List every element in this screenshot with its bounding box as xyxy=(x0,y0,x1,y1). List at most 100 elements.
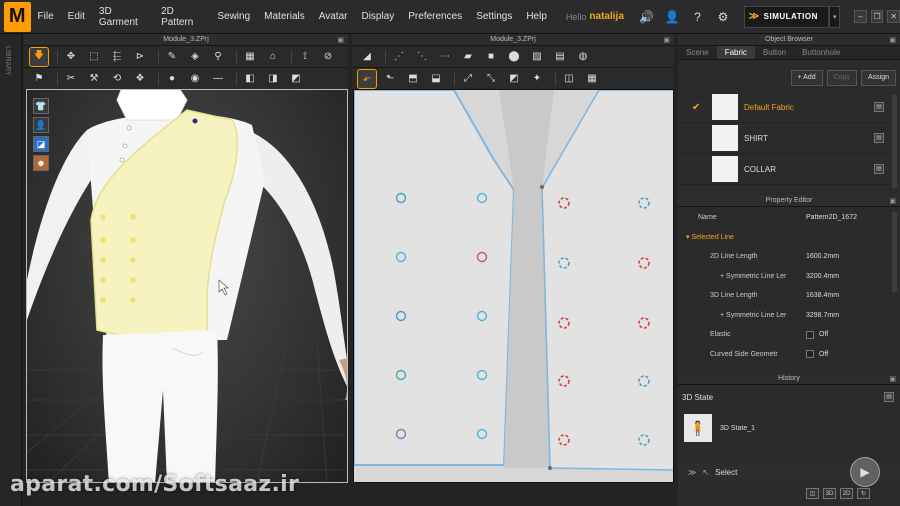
fabric-property-icon[interactable]: ▤ xyxy=(874,133,884,143)
refresh-icon[interactable]: ↻ xyxy=(857,488,870,499)
elastic-toggle[interactable]: Off xyxy=(806,330,828,339)
close-button[interactable]: ✕ xyxy=(887,10,900,23)
menu-file[interactable]: File xyxy=(31,11,61,22)
panel-pin-icon[interactable]: ▣ xyxy=(889,374,896,386)
segment-sewing-tool[interactable]: ⤡ xyxy=(482,70,500,88)
fold-tool[interactable]: ◈ xyxy=(186,48,204,66)
buttonhole-tool[interactable]: ◉ xyxy=(186,70,204,88)
elastic-checkbox[interactable] xyxy=(806,330,814,339)
fabric-property-icon[interactable]: ▤ xyxy=(874,164,884,174)
internal-circle-tool[interactable]: ◍ xyxy=(574,48,592,66)
assign-fabric-button[interactable]: Assign xyxy=(860,70,896,86)
add-fabric-button[interactable]: + Add xyxy=(790,70,823,86)
menu-help[interactable]: Help xyxy=(519,11,554,22)
transform-pattern-tool[interactable]: ⬐ xyxy=(357,68,377,89)
curved-geometry-toggle[interactable]: Off xyxy=(806,350,828,359)
fabric-item-collar[interactable]: COLLAR ▤ xyxy=(678,154,888,185)
menu-materials[interactable]: Materials xyxy=(257,11,312,22)
select-rect-tool[interactable]: ⬚ xyxy=(85,48,103,66)
volume-icon[interactable]: 🔊 xyxy=(637,6,656,28)
menu-3d-garment[interactable]: 3D Garment xyxy=(92,6,154,28)
skin-display-icon[interactable]: ☻ xyxy=(33,155,49,171)
curved-geometry-checkbox[interactable] xyxy=(806,350,814,359)
tack-tool[interactable]: ⚲ xyxy=(209,48,227,66)
fabric-item-shirt[interactable]: SHIRT ▤ xyxy=(678,123,888,154)
internal-rect-tool[interactable]: ▤ xyxy=(551,48,569,66)
collapse-icon[interactable]: ≫ xyxy=(688,468,696,477)
move-arrow-tool[interactable]: 🡇 xyxy=(29,46,49,67)
edit-pattern-tool[interactable]: ⬱ xyxy=(108,48,126,66)
panel-pin-icon[interactable]: ▣ xyxy=(889,196,896,208)
video-play-icon[interactable]: ▶ xyxy=(850,457,880,487)
menu-avatar[interactable]: Avatar xyxy=(312,11,355,22)
free-sewing-tool[interactable]: ⤢ xyxy=(459,70,477,88)
edit-sewing-tool[interactable]: ⬓ xyxy=(427,70,445,88)
line-tool[interactable]: — xyxy=(209,70,227,88)
pin-tool[interactable]: ⌂ xyxy=(264,48,282,66)
edit-point-2d-tool[interactable]: ⬒ xyxy=(404,70,422,88)
polygon-tool[interactable]: ▰ xyxy=(459,48,477,66)
property-name-value[interactable]: Pattern2D_1672 xyxy=(806,214,857,221)
garment-display-icon[interactable]: 👕 xyxy=(33,98,49,114)
menu-settings[interactable]: Settings xyxy=(469,11,519,22)
minimize-button[interactable]: – xyxy=(854,10,867,23)
library-tab[interactable]: LIBRARY xyxy=(0,34,22,506)
internal-polygon-tool[interactable]: ▨ xyxy=(528,48,546,66)
view-3d-icon[interactable]: 3D xyxy=(823,488,836,499)
link-tool[interactable]: ⊘ xyxy=(319,48,337,66)
annotation-tool[interactable]: ▦ xyxy=(583,70,601,88)
simulation-button[interactable]: ≫ SIMULATION xyxy=(743,5,830,28)
simulation-dropdown[interactable]: ▾ xyxy=(829,5,841,28)
username[interactable]: natalija xyxy=(589,11,623,22)
zipper-tool[interactable]: ⚒ xyxy=(85,70,103,88)
edit-point-tool[interactable]: ⊳ xyxy=(131,48,149,66)
tape-tool[interactable]: ◩ xyxy=(287,70,305,88)
property-editor-scrollbar[interactable] xyxy=(892,212,897,292)
maximize-button[interactable]: ❐ xyxy=(870,10,884,23)
button-tool[interactable]: ● xyxy=(163,70,181,88)
edit-curve-tool[interactable]: ⋰ xyxy=(390,48,408,66)
menu-display[interactable]: Display xyxy=(354,11,401,22)
fabric-tool[interactable]: ❖ xyxy=(131,70,149,88)
edit-pattern-2d-tool[interactable]: ⬑ xyxy=(381,70,399,88)
copy-fabric-button[interactable]: Copy xyxy=(826,70,857,86)
settings-person-icon[interactable]: ⚙ xyxy=(713,6,732,28)
history-item[interactable]: 🧍 3D State_1 xyxy=(684,414,755,442)
tab-buttonhole[interactable]: Buttonhole xyxy=(794,46,848,59)
menu-preferences[interactable]: Preferences xyxy=(401,11,469,22)
notch-tool[interactable]: ◫ xyxy=(560,70,578,88)
topstitch-tool[interactable]: ◧ xyxy=(241,70,259,88)
app-logo[interactable]: M xyxy=(4,1,31,32)
view-2d-icon[interactable]: 2D xyxy=(840,488,853,499)
view-split-icon[interactable]: ◫ xyxy=(806,488,819,499)
fabric-item-default[interactable]: ✔ Default Fabric ▤ xyxy=(678,92,888,123)
texture-display-icon[interactable]: ◪ xyxy=(33,136,49,152)
viewport-2d[interactable] xyxy=(353,89,674,483)
graphic-tool[interactable]: ✦ xyxy=(528,70,546,88)
viewport-3d[interactable]: 👕 👤 ◪ ☻ xyxy=(26,89,348,483)
menu-sewing[interactable]: Sewing xyxy=(210,11,257,22)
tab-fabric[interactable]: Fabric xyxy=(716,46,755,59)
curve-point-tool[interactable]: ⋯ xyxy=(436,48,454,66)
pen-tool[interactable]: ✎ xyxy=(163,48,181,66)
fabric-property-icon[interactable]: ▤ xyxy=(874,102,884,112)
help-icon[interactable]: ? xyxy=(688,6,707,28)
selected-line-section[interactable]: ▾ Selected Line xyxy=(678,228,900,248)
user-profile-icon[interactable]: 👤 xyxy=(662,6,681,28)
arrange-tool[interactable]: ⟲ xyxy=(108,70,126,88)
fabric-list-scrollbar[interactable] xyxy=(892,94,897,188)
menu-2d-pattern[interactable]: 2D Pattern xyxy=(154,6,210,28)
rectangle-tool[interactable]: ■ xyxy=(482,48,500,66)
strengthen-tool[interactable]: ✂ xyxy=(62,70,80,88)
segment-tool[interactable]: ◢ xyxy=(358,48,376,66)
circle-tool[interactable]: ⬤ xyxy=(505,48,523,66)
menu-edit[interactable]: Edit xyxy=(61,11,92,22)
garment-fit-tool[interactable]: ▦ xyxy=(241,48,259,66)
tab-scene[interactable]: Scene xyxy=(678,46,717,59)
avatar-display-icon[interactable]: 👤 xyxy=(33,117,49,133)
measure-tool[interactable]: ⟟ xyxy=(296,48,314,66)
tab-button[interactable]: Button xyxy=(755,46,794,59)
avatar-pose-tool[interactable]: ⚑ xyxy=(30,70,48,88)
history-save-icon[interactable]: ▤ xyxy=(884,392,894,402)
texture-edit-tool[interactable]: ◩ xyxy=(505,70,523,88)
